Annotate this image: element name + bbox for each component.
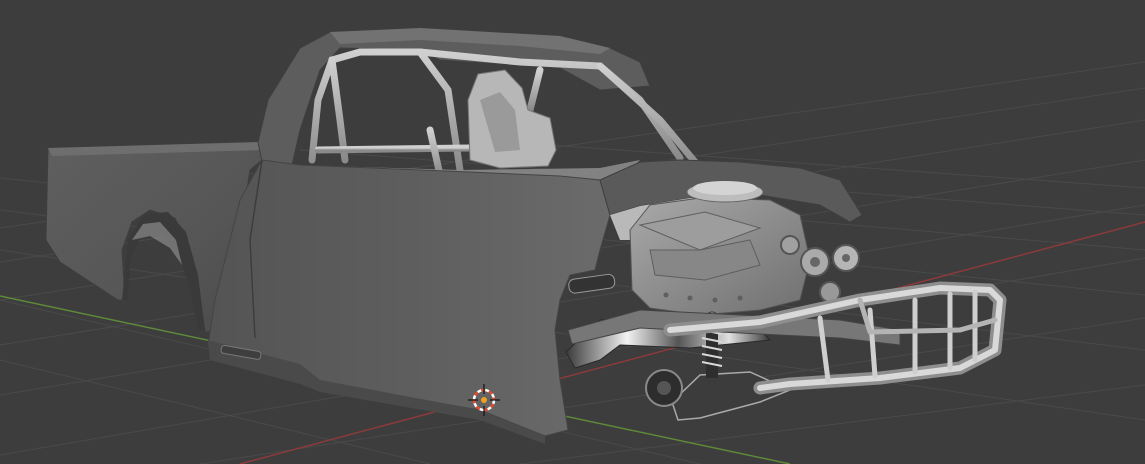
3d-viewport[interactable] xyxy=(0,0,1145,464)
fuel-canister xyxy=(568,273,616,294)
lower-control-arm xyxy=(671,371,792,421)
hub-center xyxy=(657,381,671,395)
door-panel xyxy=(207,159,611,437)
viewport-canvas[interactable] xyxy=(0,0,1145,464)
truck-model[interactable] xyxy=(45,27,1007,444)
